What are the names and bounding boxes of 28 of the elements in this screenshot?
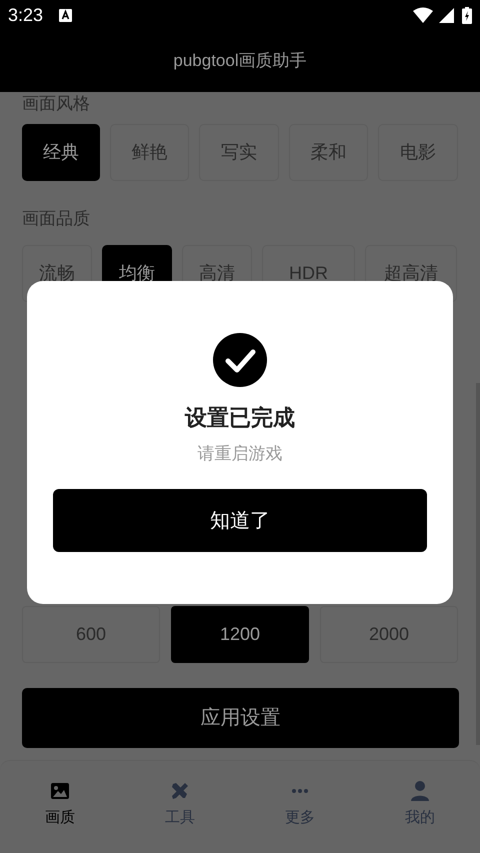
nav-tab[interactable]: 我的 [360,781,480,827]
bitrate-option[interactable]: 1200 [171,606,309,663]
wifi-icon [413,7,433,23]
confirm-button[interactable]: 知道了 [53,489,427,552]
nav-tab[interactable]: 工具 [120,781,240,827]
check-circle-icon [213,333,267,387]
signal-icon [439,8,454,22]
notification-icon [59,8,72,22]
option-button[interactable]: 写实 [199,124,279,181]
option-button[interactable]: 经典 [22,124,100,181]
status-time: 3:23 [8,4,44,26]
more-icon [290,788,310,794]
section-label: 画面风格 [22,93,91,115]
nav-tab[interactable]: 画质 [0,781,120,827]
option-button[interactable]: 鲜艳 [110,124,190,181]
nav-tab[interactable]: 更多 [240,781,360,827]
person-icon [411,781,429,801]
dialog-message: 请重启游戏 [198,443,282,465]
section-label: 画面品质 [22,208,91,230]
option-button[interactable]: 电影 [378,124,458,181]
bitrate-option[interactable]: 2000 [320,606,458,663]
battery-icon [462,6,472,24]
apply-button[interactable]: 应用设置 [22,688,459,748]
bitrate-option[interactable]: 600 [22,606,160,663]
dialog-title: 设置已完成 [185,404,295,432]
app-title: pubgtool画质助手 [173,50,307,72]
image-icon [50,782,70,800]
option-button[interactable]: 柔和 [288,124,368,181]
